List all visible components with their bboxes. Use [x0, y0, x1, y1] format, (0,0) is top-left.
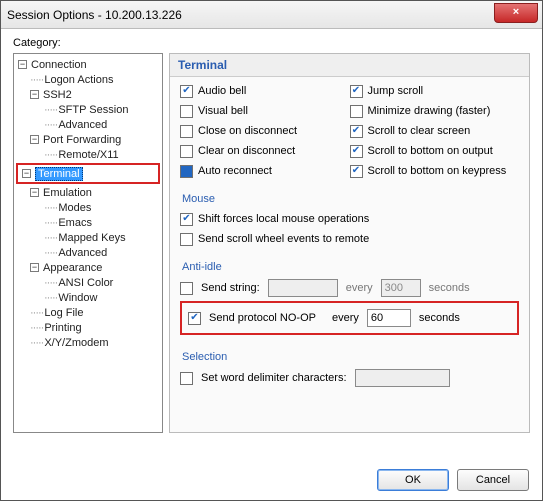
tree-item-remote-x11[interactable]: Remote/X11: [58, 149, 118, 161]
tree-item-advanced[interactable]: Advanced: [58, 119, 107, 131]
left-check-checkbox-4[interactable]: [180, 165, 193, 178]
left-check-checkbox-3[interactable]: [180, 145, 193, 158]
anti-idle-group-label: Anti-idle: [182, 261, 519, 273]
noop-highlight: Send protocol NO-OP every seconds: [180, 301, 519, 335]
send-wheel-label: Send scroll wheel events to remote: [198, 233, 369, 245]
send-noop-checkbox[interactable]: [188, 312, 201, 325]
tree-item-modes[interactable]: Modes: [58, 202, 91, 214]
expand-icon[interactable]: −: [22, 169, 31, 178]
panel-header: Terminal: [170, 54, 529, 77]
left-check-label-1: Visual bell: [198, 105, 248, 117]
expand-icon[interactable]: −: [30, 188, 39, 197]
category-label: Category:: [13, 37, 530, 49]
left-check-label-4: Auto reconnect: [198, 165, 272, 177]
tree-item-appearance[interactable]: Appearance: [43, 262, 102, 274]
shift-forces-checkbox[interactable]: [180, 213, 193, 226]
expand-icon[interactable]: −: [30, 135, 39, 144]
send-wheel-checkbox[interactable]: [180, 233, 193, 246]
tree-item-sftp[interactable]: SFTP Session: [58, 104, 128, 116]
right-check-checkbox-3[interactable]: [350, 145, 363, 158]
send-string-input[interactable]: [268, 279, 338, 297]
tree-item-advanced2[interactable]: Advanced: [58, 247, 107, 259]
send-string-interval[interactable]: [381, 279, 421, 297]
ok-button[interactable]: OK: [377, 469, 449, 491]
left-check-checkbox-0[interactable]: [180, 85, 193, 98]
category-tree[interactable]: −Connection ·····Logon Actions −SSH2 ···…: [13, 53, 163, 433]
every-label: every: [346, 282, 373, 294]
tree-item-ssh2[interactable]: SSH2: [43, 89, 72, 101]
left-check-label-0: Audio bell: [198, 85, 246, 97]
word-delim-input[interactable]: [355, 369, 450, 387]
left-check-label-2: Close on disconnect: [198, 125, 297, 137]
shift-forces-label: Shift forces local mouse operations: [198, 213, 369, 225]
left-check-checkbox-2[interactable]: [180, 125, 193, 138]
right-check-checkbox-1[interactable]: [350, 105, 363, 118]
send-noop-label: Send protocol NO-OP: [209, 312, 324, 324]
close-button[interactable]: ×: [494, 3, 538, 23]
right-check-label-4: Scroll to bottom on keypress: [368, 165, 507, 177]
tree-item-portfwd[interactable]: Port Forwarding: [43, 134, 121, 146]
word-delim-label: Set word delimiter characters:: [201, 372, 347, 384]
window-title: Session Options - 10.200.13.226: [7, 8, 182, 22]
seconds-label: seconds: [429, 282, 470, 294]
seconds-label2: seconds: [419, 312, 460, 324]
word-delim-checkbox[interactable]: [180, 372, 193, 385]
right-check-label-1: Minimize drawing (faster): [368, 105, 491, 117]
tree-item-connection[interactable]: Connection: [31, 59, 87, 71]
expand-icon[interactable]: −: [30, 263, 39, 272]
mouse-group-label: Mouse: [182, 193, 519, 205]
every-label2: every: [332, 312, 359, 324]
tree-item-printing[interactable]: Printing: [44, 322, 81, 334]
right-check-label-2: Scroll to clear screen: [368, 125, 471, 137]
titlebar: Session Options - 10.200.13.226 ×: [1, 1, 542, 29]
send-string-label: Send string:: [201, 282, 260, 294]
tree-item-logon-actions[interactable]: Logon Actions: [44, 74, 113, 86]
terminal-highlight: −Terminal: [16, 163, 160, 184]
right-check-checkbox-2[interactable]: [350, 125, 363, 138]
send-noop-interval[interactable]: [367, 309, 411, 327]
right-check-checkbox-0[interactable]: [350, 85, 363, 98]
expand-icon[interactable]: −: [18, 60, 27, 69]
left-check-label-3: Clear on disconnect: [198, 145, 295, 157]
right-check-label-0: Jump scroll: [368, 85, 424, 97]
tree-item-logfile[interactable]: Log File: [44, 307, 83, 319]
cancel-button[interactable]: Cancel: [457, 469, 529, 491]
right-check-checkbox-4[interactable]: [350, 165, 363, 178]
right-check-label-3: Scroll to bottom on output: [368, 145, 493, 157]
tree-item-ansi[interactable]: ANSI Color: [58, 277, 113, 289]
tree-item-emacs[interactable]: Emacs: [58, 217, 92, 229]
tree-item-emulation[interactable]: Emulation: [43, 187, 92, 199]
selection-group-label: Selection: [182, 351, 519, 363]
left-check-checkbox-1[interactable]: [180, 105, 193, 118]
send-string-checkbox[interactable]: [180, 282, 193, 295]
settings-panel: Terminal Audio bell Visual bell Close on d…: [169, 53, 530, 433]
tree-item-window[interactable]: Window: [58, 292, 97, 304]
tree-item-terminal[interactable]: Terminal: [35, 167, 83, 181]
tree-item-xyz[interactable]: X/Y/Zmodem: [44, 337, 108, 349]
tree-item-mapped-keys[interactable]: Mapped Keys: [58, 232, 125, 244]
expand-icon[interactable]: −: [30, 90, 39, 99]
